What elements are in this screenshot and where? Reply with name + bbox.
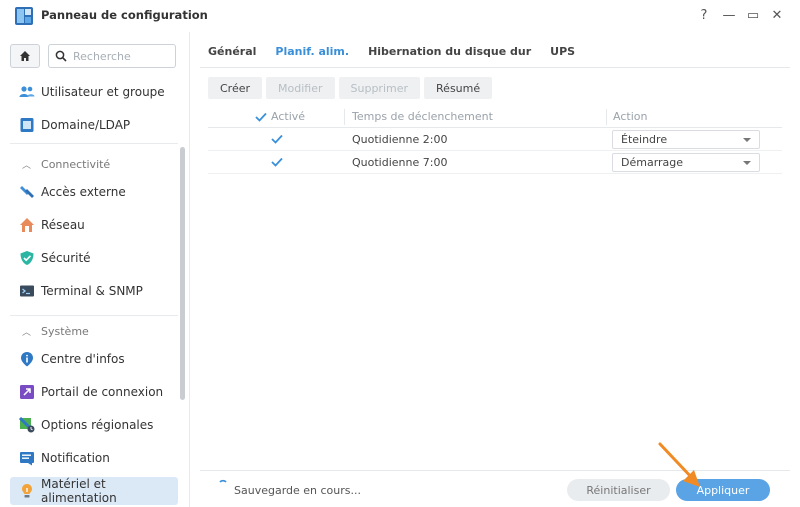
- action-select[interactable]: Éteindre: [612, 130, 760, 149]
- reset-button[interactable]: Réinitialiser: [567, 479, 670, 501]
- shield-icon: [20, 251, 34, 265]
- tab-bar: Général Planif. alim. Hibernation du dis…: [208, 45, 594, 58]
- sidebar-item-terminal[interactable]: Terminal & SNMP: [10, 277, 178, 305]
- saving-status-text: Sauvegarde en cours...: [234, 484, 361, 497]
- sidebar-item-users[interactable]: Utilisateur et groupe: [10, 78, 178, 106]
- sidebar-item-label: Domaine/LDAP: [41, 118, 131, 132]
- sidebar-item-network[interactable]: Réseau: [10, 211, 178, 239]
- enabled-checkbox[interactable]: [270, 132, 284, 146]
- sidebar-item-regional-options[interactable]: Options régionales: [10, 411, 178, 439]
- section-title: Connectivité: [41, 157, 111, 171]
- header-enabled[interactable]: Activé: [271, 110, 305, 123]
- tab-power-schedule[interactable]: Planif. alim.: [275, 45, 349, 58]
- sidebar-item-label: Centre d'infos: [41, 352, 125, 366]
- control-panel-icon: [15, 7, 33, 25]
- sidebar-item-label: Réseau: [41, 218, 85, 232]
- sidebar-item-external-access[interactable]: Accès externe: [10, 178, 178, 206]
- info-icon: [21, 352, 33, 367]
- chevron-up-icon: ︿: [22, 327, 32, 338]
- external-access-icon: [20, 186, 34, 198]
- sidebar-item-label: Notification: [41, 451, 110, 465]
- delete-button[interactable]: Supprimer: [338, 77, 421, 99]
- tab-general[interactable]: Général: [208, 45, 256, 58]
- sidebar-item-notification[interactable]: Notification: [10, 444, 178, 472]
- help-button[interactable]: ?: [697, 8, 711, 23]
- sidebar-item-label: Terminal & SNMP: [41, 284, 143, 298]
- annotation-arrow-icon: [658, 442, 700, 487]
- sidebar-item-label: Sécurité: [41, 251, 91, 265]
- divider: [10, 315, 178, 316]
- regional-icon: [19, 417, 35, 433]
- maximize-button[interactable]: ▭: [746, 8, 760, 23]
- sidebar-item-label: Portail de connexion: [41, 385, 164, 399]
- sidebar-item-domain[interactable]: Domaine/LDAP: [10, 111, 178, 139]
- action-select-value: Éteindre: [621, 133, 668, 146]
- sidebar-item-label: Options régionales: [41, 418, 154, 432]
- action-select[interactable]: Démarrage: [612, 153, 760, 172]
- search-input[interactable]: [73, 49, 169, 63]
- tab-ups[interactable]: UPS: [550, 45, 575, 58]
- sidebar-item-login-portal[interactable]: Portail de connexion: [10, 378, 178, 406]
- window-title: Panneau de configuration: [41, 8, 208, 22]
- sidebar-item-security[interactable]: Sécurité: [10, 244, 178, 272]
- minimize-button[interactable]: —: [722, 8, 736, 23]
- sidebar-scrollbar[interactable]: [180, 147, 185, 400]
- sidebar: Utilisateur et groupe Domaine/LDAP ︿ Con…: [0, 32, 190, 507]
- table-row[interactable]: Quotidienne 2:00 Éteindre: [208, 128, 782, 151]
- network-house-icon: [20, 218, 34, 232]
- create-button[interactable]: Créer: [208, 77, 263, 99]
- select-all-checkbox[interactable]: [254, 110, 268, 124]
- column-separator: [606, 109, 607, 125]
- chevron-up-icon: ︿: [22, 160, 32, 171]
- terminal-icon: [20, 285, 34, 297]
- search-icon: [55, 50, 67, 62]
- bulb-icon: [22, 484, 32, 498]
- search-box[interactable]: [48, 44, 176, 68]
- domain-icon: [20, 118, 34, 132]
- grid-header: Activé Temps de déclenchement Action: [208, 106, 782, 128]
- action-select-value: Démarrage: [621, 156, 684, 169]
- sidebar-item-hardware-power[interactable]: Matériel et alimentation: [10, 477, 178, 505]
- title-bar: Panneau de configuration ? — ▭ ✕: [0, 0, 800, 32]
- spinner-icon: [219, 479, 227, 483]
- toolbar: Créer Modifier Supprimer Résumé: [208, 77, 496, 99]
- notification-icon: [20, 452, 34, 466]
- close-button[interactable]: ✕: [770, 8, 784, 23]
- users-icon: [19, 86, 35, 97]
- portal-icon: [20, 385, 34, 399]
- home-button[interactable]: [10, 44, 40, 68]
- tab-hdd-hibernation[interactable]: Hibernation du disque dur: [368, 45, 531, 58]
- tab-divider: [200, 67, 790, 68]
- caret-down-icon: [743, 138, 751, 142]
- section-connectivity[interactable]: ︿ Connectivité: [22, 156, 110, 172]
- sidebar-item-label: Accès externe: [41, 185, 126, 199]
- header-trigger-time[interactable]: Temps de déclenchement: [352, 110, 493, 123]
- home-icon: [20, 51, 30, 61]
- section-title: Système: [41, 324, 89, 338]
- caret-down-icon: [743, 161, 751, 165]
- saving-status: Sauvegarde en cours...: [218, 479, 361, 497]
- summary-button[interactable]: Résumé: [424, 77, 493, 99]
- enabled-checkbox[interactable]: [270, 155, 284, 169]
- divider: [10, 143, 178, 144]
- schedule-grid: Activé Temps de déclenchement Action Quo…: [208, 106, 782, 174]
- section-system[interactable]: ︿ Système: [22, 323, 89, 339]
- sidebar-item-info-center[interactable]: Centre d'infos: [10, 345, 178, 373]
- trigger-time-cell: Quotidienne 7:00: [352, 155, 448, 169]
- sidebar-item-label: Utilisateur et groupe: [41, 85, 165, 99]
- header-action[interactable]: Action: [613, 110, 647, 123]
- table-row[interactable]: Quotidienne 7:00 Démarrage: [208, 151, 782, 174]
- trigger-time-cell: Quotidienne 2:00: [352, 132, 448, 146]
- column-separator: [344, 109, 345, 125]
- sidebar-item-label: Matériel et alimentation: [41, 477, 117, 505]
- edit-button[interactable]: Modifier: [266, 77, 335, 99]
